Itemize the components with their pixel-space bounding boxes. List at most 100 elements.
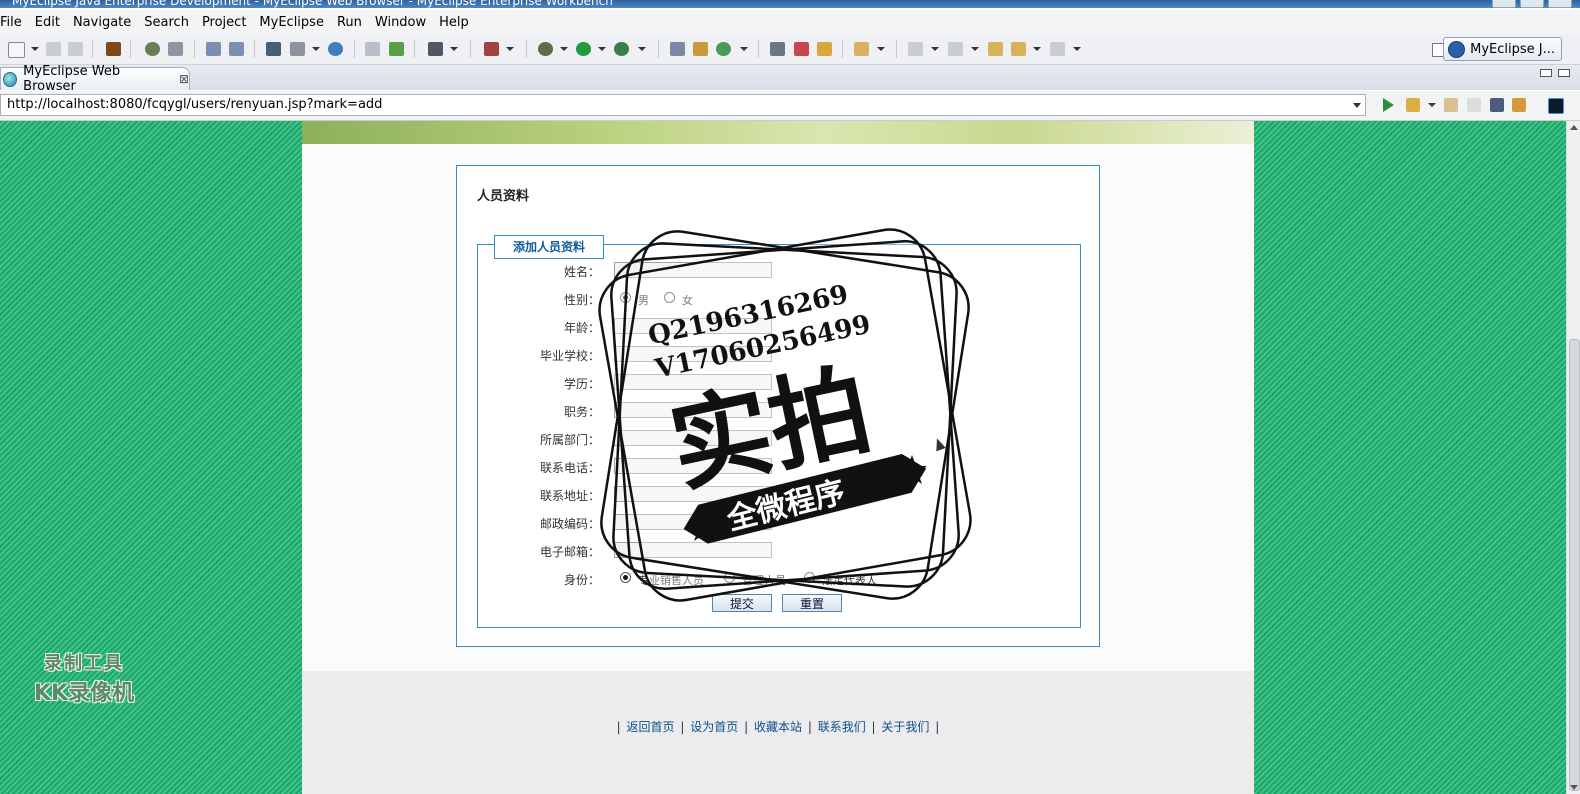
footer-link-bookmark[interactable]: 收藏本站 xyxy=(752,720,804,734)
toolbar-separator xyxy=(92,40,93,58)
url-history-dropdown-icon[interactable] xyxy=(1353,103,1361,108)
postcode-field[interactable] xyxy=(614,514,772,530)
server-icon[interactable] xyxy=(168,42,183,56)
new-interface-icon[interactable] xyxy=(716,42,731,56)
gender-female-radio[interactable] xyxy=(664,292,675,303)
email-field[interactable] xyxy=(614,542,772,558)
wizard2-icon[interactable] xyxy=(229,42,244,56)
gender-label: 性别： xyxy=(563,293,600,307)
menu-help[interactable]: Help xyxy=(433,15,476,30)
new-dropdown2-icon[interactable] xyxy=(740,47,748,51)
open-type-icon[interactable] xyxy=(365,42,380,56)
tools-dropdown-icon[interactable] xyxy=(506,47,514,51)
next-annotation-dropdown-icon[interactable] xyxy=(931,47,939,51)
submit-button[interactable]: 提交 xyxy=(712,594,772,612)
minimize-view-icon[interactable] xyxy=(1540,69,1552,77)
back-dropdown-icon[interactable] xyxy=(1033,47,1041,51)
camera-dropdown-icon[interactable] xyxy=(450,47,458,51)
search-file-icon[interactable] xyxy=(854,42,869,56)
name-field[interactable] xyxy=(614,262,772,278)
open-folder-icon[interactable] xyxy=(817,42,832,56)
new-class-icon[interactable] xyxy=(670,42,685,56)
menu-run[interactable]: Run xyxy=(331,15,369,30)
console-icon[interactable] xyxy=(1548,98,1564,114)
deploy-icon[interactable] xyxy=(266,42,281,56)
run-dropdown-icon[interactable] xyxy=(598,47,606,51)
gender-male-radio[interactable] xyxy=(620,292,631,303)
forward-nav-icon[interactable] xyxy=(1467,98,1481,112)
menu-project[interactable]: Project xyxy=(196,15,253,30)
footer-link-home[interactable]: 返回首页 xyxy=(625,720,677,734)
debug-dropdown-icon[interactable] xyxy=(560,47,568,51)
menu-search[interactable]: Search xyxy=(138,15,196,30)
server-config-icon[interactable] xyxy=(290,42,305,56)
education-field[interactable] xyxy=(614,374,772,390)
forward-dropdown-icon[interactable] xyxy=(1073,47,1081,51)
refresh-icon[interactable] xyxy=(389,42,404,56)
url-input[interactable]: http://localhost:8080/fcqygl/users/renyu… xyxy=(0,94,1366,116)
debug-icon[interactable] xyxy=(538,42,553,56)
minimize-icon[interactable] xyxy=(1492,0,1516,8)
tab-web-browser[interactable]: MyEclipse Web Browser ⊠ xyxy=(0,64,190,94)
browser-globe-icon[interactable] xyxy=(328,42,343,56)
age-field[interactable] xyxy=(614,318,772,334)
footer-link-contact[interactable]: 联系我们 xyxy=(816,720,868,734)
new-package-icon[interactable] xyxy=(693,42,708,56)
perspective-switcher[interactable]: MyEclipse J... xyxy=(1443,37,1562,61)
last-edit-icon[interactable] xyxy=(988,42,1003,56)
footer-link-about[interactable]: 关于我们 xyxy=(879,720,931,734)
reload-icon[interactable] xyxy=(1512,98,1526,112)
tools-icon[interactable] xyxy=(484,42,499,56)
vertical-scrollbar[interactable] xyxy=(1566,121,1580,794)
save-icon[interactable] xyxy=(46,42,61,56)
identity-legal-rep-radio[interactable] xyxy=(804,572,815,583)
footer-separator: | xyxy=(935,720,940,734)
school-field[interactable] xyxy=(614,346,772,362)
close-icon[interactable] xyxy=(1548,0,1572,8)
go-icon[interactable] xyxy=(1383,98,1394,112)
favorites-dropdown-icon[interactable] xyxy=(1428,103,1436,107)
package-icon[interactable] xyxy=(106,42,121,56)
back-icon[interactable] xyxy=(1011,42,1026,56)
menu-file[interactable]: File xyxy=(0,15,29,30)
footer-link-set-home[interactable]: 设为首页 xyxy=(688,720,740,734)
search-dropdown-icon[interactable] xyxy=(877,47,885,51)
forward-icon[interactable] xyxy=(1050,42,1065,56)
next-annotation-icon[interactable] xyxy=(908,42,923,56)
maximize-view-icon[interactable] xyxy=(1558,69,1570,77)
identity-sales-radio[interactable] xyxy=(620,572,631,583)
prev-annotation-dropdown-icon[interactable] xyxy=(971,47,979,51)
wizard-icon[interactable] xyxy=(206,42,221,56)
menu-edit[interactable]: Edit xyxy=(29,15,67,30)
reset-button[interactable]: 重置 xyxy=(782,594,842,612)
menu-navigate[interactable]: Navigate xyxy=(67,15,138,30)
favorites-icon[interactable] xyxy=(1406,98,1420,112)
camera-icon[interactable] xyxy=(428,42,443,56)
server-dropdown-icon[interactable] xyxy=(312,47,320,51)
new-icon[interactable] xyxy=(8,42,25,58)
maximize-icon[interactable] xyxy=(1520,0,1544,8)
address-field[interactable] xyxy=(614,486,772,502)
menu-myeclipse[interactable]: MyEclipse xyxy=(253,15,331,30)
scroll-thumb[interactable] xyxy=(1569,339,1580,791)
stop-icon[interactable] xyxy=(1490,98,1504,112)
scroll-up-icon[interactable] xyxy=(1570,125,1578,130)
scroll-down-icon[interactable] xyxy=(1570,785,1578,790)
prev-annotation-icon[interactable] xyxy=(948,42,963,56)
bug-icon[interactable] xyxy=(145,42,160,56)
close-tab-icon[interactable]: ⊠ xyxy=(179,72,189,86)
department-field[interactable] xyxy=(614,430,772,446)
position-field[interactable] xyxy=(614,402,772,418)
back-nav-icon[interactable] xyxy=(1444,98,1458,112)
rocket-icon[interactable] xyxy=(794,42,809,56)
open-task-icon[interactable] xyxy=(770,42,785,56)
run-icon[interactable] xyxy=(576,42,591,56)
phone-field[interactable] xyxy=(614,458,772,474)
identity-manager-radio[interactable] xyxy=(724,572,735,583)
external-tools-icon[interactable] xyxy=(614,42,629,56)
new-dropdown-icon[interactable] xyxy=(31,47,39,51)
window-controls[interactable] xyxy=(1492,0,1572,8)
menu-window[interactable]: Window xyxy=(369,15,433,30)
external-tools-dropdown-icon[interactable] xyxy=(638,47,646,51)
save-all-icon[interactable] xyxy=(68,42,83,56)
